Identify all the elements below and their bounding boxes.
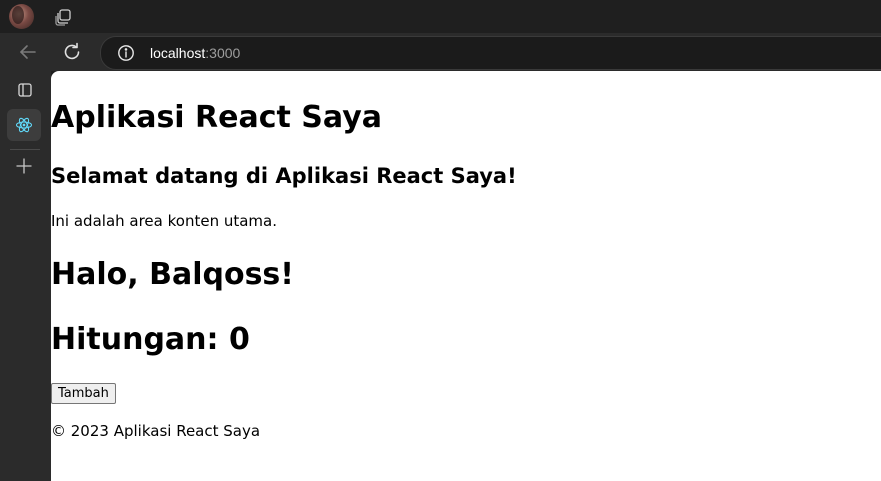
plus-icon[interactable] bbox=[14, 156, 34, 176]
url-host: localhost bbox=[150, 45, 206, 61]
react-logo-icon bbox=[15, 117, 33, 133]
greeting-heading: Halo, Balqoss! bbox=[51, 257, 294, 292]
url-text[interactable]: localhost:3000 bbox=[150, 45, 240, 61]
tab-react-app[interactable] bbox=[7, 109, 41, 141]
refresh-button[interactable] bbox=[61, 41, 83, 63]
footer-text: © 2023 Aplikasi React Saya bbox=[51, 422, 261, 440]
add-button[interactable]: Tambah bbox=[51, 383, 116, 404]
profile-avatar[interactable] bbox=[9, 4, 34, 29]
title-bar bbox=[0, 0, 881, 33]
browser-toolbar: localhost:3000 bbox=[0, 33, 881, 71]
back-button[interactable] bbox=[17, 41, 39, 63]
url-port: :3000 bbox=[205, 45, 241, 61]
app-title: Aplikasi React Saya bbox=[51, 100, 383, 135]
info-icon[interactable] bbox=[117, 44, 135, 62]
vertical-tabs-sidebar bbox=[0, 71, 51, 481]
main-content-text: Ini adalah area konten utama. bbox=[51, 212, 277, 230]
welcome-heading: Selamat datang di Aplikasi React Saya! bbox=[51, 164, 517, 188]
tab-actions-icon[interactable] bbox=[16, 81, 34, 99]
workspaces-icon[interactable] bbox=[54, 8, 72, 26]
address-bar[interactable]: localhost:3000 bbox=[100, 36, 881, 70]
sidebar-divider bbox=[10, 149, 40, 150]
counter-display: Hitungan: 0 bbox=[51, 322, 250, 357]
page-content: Aplikasi React Saya Selamat datang di Ap… bbox=[51, 71, 881, 481]
